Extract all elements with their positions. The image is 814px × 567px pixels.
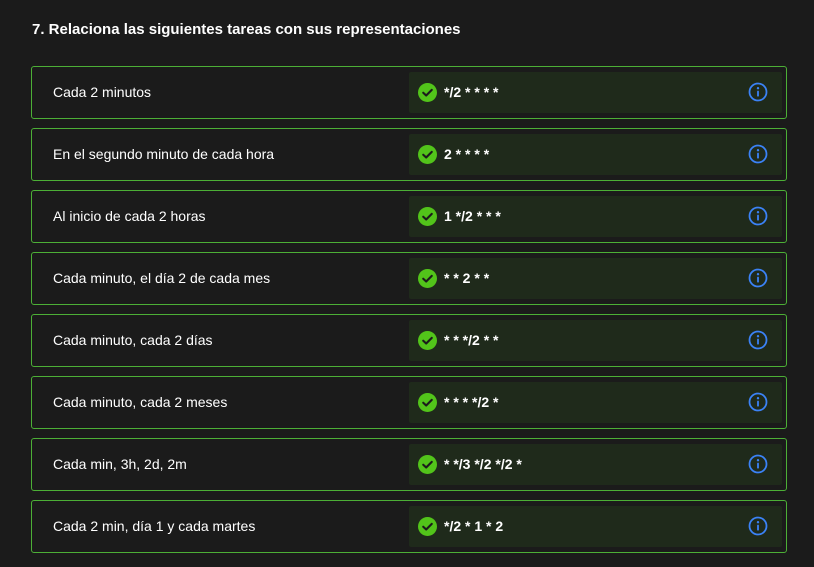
check-circle-icon [418,269,437,288]
task-label: En el segundo minuto de cada hora [53,146,275,162]
task-label: Cada minuto, cada 2 meses [53,394,228,410]
matching-row: Cada 2 minutos */2 * * * * [31,66,787,119]
task-label: Cada 2 min, día 1 y cada martes [53,518,256,534]
info-circle-icon[interactable] [748,268,768,288]
task-label: Cada 2 minutos [53,84,152,100]
answer-select[interactable]: * */3 */2 */2 * [409,444,782,485]
matching-question: 7. Relaciona las siguientes tareas con s… [0,0,814,567]
matching-row: En el segundo minuto de cada hora 2 * * … [31,128,787,181]
info-circle-icon[interactable] [748,516,768,536]
answer-select[interactable]: */2 * * * * [409,72,782,113]
answer-value: 1 */2 * * * [444,208,501,224]
matching-row: Al inicio de cada 2 horas 1 */2 * * * [31,190,787,243]
answer-select[interactable]: 2 * * * * [409,134,782,175]
check-circle-icon [418,455,437,474]
matching-row: Cada min, 3h, 2d, 2m * */3 */2 */2 * [31,438,787,491]
answer-select[interactable]: * * * */2 * [409,382,782,423]
answer-value: 2 * * * * [444,146,490,162]
answer-value: * * * */2 * [444,394,499,410]
question-title: 7. Relaciona las siguientes tareas con s… [32,21,461,38]
info-circle-icon[interactable] [748,454,768,474]
check-circle-icon [418,145,437,164]
answer-value: * * 2 * * [444,270,490,286]
matching-row: Cada minuto, cada 2 meses * * * */2 * [31,376,787,429]
answer-select[interactable]: 1 */2 * * * [409,196,782,237]
check-circle-icon [418,331,437,350]
info-circle-icon[interactable] [748,82,768,102]
info-circle-icon[interactable] [748,392,768,412]
task-label: Cada min, 3h, 2d, 2m [53,456,187,472]
matching-row: Cada minuto, cada 2 días * * */2 * * [31,314,787,367]
matching-row: Cada 2 min, día 1 y cada martes */2 * 1 … [31,500,787,553]
answer-value: * * */2 * * [444,332,499,348]
check-circle-icon [418,393,437,412]
check-circle-icon [418,83,437,102]
info-circle-icon[interactable] [748,144,768,164]
task-label: Cada minuto, cada 2 días [53,332,213,348]
task-label: Cada minuto, el día 2 de cada mes [53,270,271,286]
answer-select[interactable]: * * 2 * * [409,258,782,299]
info-circle-icon[interactable] [748,206,768,226]
matching-row: Cada minuto, el día 2 de cada mes * * 2 … [31,252,787,305]
answer-select[interactable]: */2 * 1 * 2 [409,506,782,547]
check-circle-icon [418,207,437,226]
answer-select[interactable]: * * */2 * * [409,320,782,361]
answer-value: */2 * 1 * 2 [444,518,504,534]
answer-value: */2 * * * * [444,84,499,100]
info-circle-icon[interactable] [748,330,768,350]
matching-list: Cada 2 minutos */2 * * * * En el segundo… [31,66,787,562]
answer-value: * */3 */2 */2 * [444,456,522,472]
check-circle-icon [418,517,437,536]
task-label: Al inicio de cada 2 horas [53,208,206,224]
